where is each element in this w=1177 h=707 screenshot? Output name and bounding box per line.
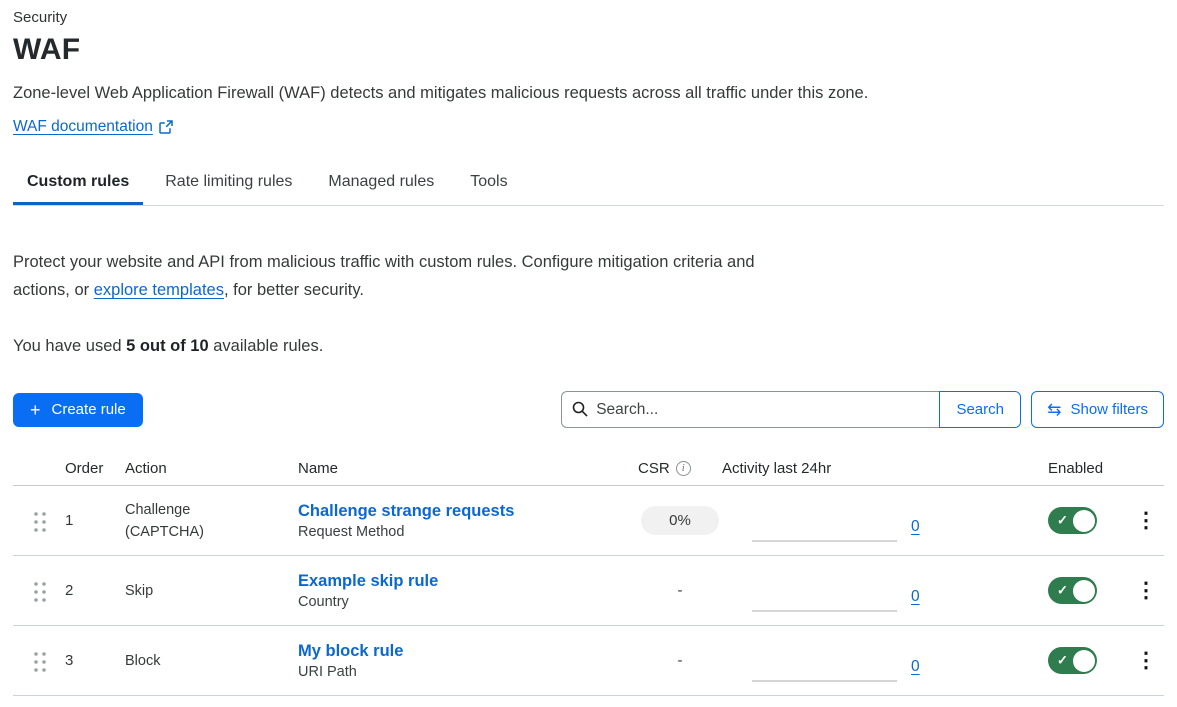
- rule-field: URI Path: [298, 664, 638, 680]
- custom-rules-intro: Protect your website and API from malici…: [13, 248, 758, 304]
- rules-toolbar: + Create rule Search ⇆ Show filters: [13, 391, 1164, 428]
- waf-tabbar: Custom rules Rate limiting rules Managed…: [13, 163, 1164, 206]
- usage-prefix: You have used: [13, 337, 126, 355]
- col-activity: Activity last 24hr: [722, 460, 1048, 477]
- activity-count-link[interactable]: 0: [911, 658, 920, 676]
- col-name: Name: [298, 460, 638, 477]
- handle-cell: [13, 649, 65, 672]
- search-input[interactable]: [561, 391, 939, 428]
- handle-cell: [13, 579, 65, 602]
- enabled-toggle[interactable]: ✓: [1048, 647, 1097, 674]
- rule-order: 3: [65, 652, 125, 669]
- toolbar-right: Search ⇆ Show filters: [561, 391, 1164, 428]
- intro-text-after: , for better security.: [224, 281, 364, 299]
- toggle-knob: [1073, 510, 1095, 532]
- rule-name-link[interactable]: Example skip rule: [298, 572, 438, 591]
- waf-documentation-link[interactable]: WAF documentation: [13, 118, 153, 136]
- activity-sparkline: [752, 540, 897, 542]
- search-button[interactable]: Search: [939, 391, 1021, 428]
- check-icon: ✓: [1057, 652, 1068, 668]
- table-row: 3 Block My block rule URI Path - 0 ✓ ⋮: [13, 626, 1164, 696]
- swap-arrows-icon: ⇆: [1047, 401, 1061, 418]
- menu-cell: ⋮: [1128, 648, 1164, 673]
- explore-templates-link[interactable]: explore templates: [94, 281, 224, 299]
- table-row: 1 Challenge (CAPTCHA) Challenge strange …: [13, 486, 1164, 556]
- check-icon: ✓: [1057, 512, 1068, 528]
- rule-action: Block: [125, 650, 227, 672]
- rule-field: Request Method: [298, 524, 638, 540]
- table-row: 2 Skip Example skip rule Country - 0 ✓ ⋮: [13, 556, 1164, 626]
- activity-cell: 0: [722, 556, 1048, 625]
- search-group: Search: [561, 391, 1021, 428]
- kebab-menu-icon[interactable]: ⋮: [1130, 508, 1163, 533]
- create-rule-label: Create rule: [52, 401, 126, 418]
- external-link-icon: [159, 120, 173, 134]
- rule-name-link[interactable]: Challenge strange requests: [298, 502, 514, 521]
- info-icon[interactable]: i: [676, 461, 691, 476]
- tab-managed-rules[interactable]: Managed rules: [314, 163, 448, 205]
- kebab-menu-icon[interactable]: ⋮: [1130, 648, 1163, 673]
- csr-cell: -: [638, 582, 722, 599]
- enabled-toggle[interactable]: ✓: [1048, 577, 1097, 604]
- custom-rules-table: Order Action Name CSR i Activity last 24…: [13, 452, 1164, 696]
- activity-cell: 0: [722, 486, 1048, 555]
- waf-page: Security WAF Zone-level Web Application …: [0, 0, 1177, 696]
- show-filters-button[interactable]: ⇆ Show filters: [1031, 391, 1164, 428]
- activity-count-link[interactable]: 0: [911, 518, 920, 536]
- rule-order: 1: [65, 512, 125, 529]
- toggle-knob: [1073, 650, 1095, 672]
- rules-usage-line: You have used 5 out of 10 available rule…: [13, 337, 1164, 356]
- activity-cell: 0: [722, 626, 1048, 695]
- kebab-menu-icon[interactable]: ⋮: [1130, 578, 1163, 603]
- tab-custom-rules[interactable]: Custom rules: [13, 163, 143, 205]
- enabled-cell: ✓: [1048, 577, 1128, 604]
- csr-cell: 0%: [638, 506, 722, 535]
- page-title: WAF: [13, 33, 1164, 67]
- rule-name-link[interactable]: My block rule: [298, 642, 403, 661]
- drag-handle-icon[interactable]: [31, 579, 46, 602]
- enabled-cell: ✓: [1048, 647, 1128, 674]
- rule-name-cell: Challenge strange requests Request Metho…: [298, 502, 638, 540]
- rule-field: Country: [298, 594, 638, 610]
- rule-action: Skip: [125, 580, 227, 602]
- doc-link-row: WAF documentation: [13, 118, 1164, 136]
- search-box: [561, 391, 939, 428]
- table-header-row: Order Action Name CSR i Activity last 24…: [13, 452, 1164, 486]
- col-action: Action: [125, 460, 298, 477]
- toggle-knob: [1073, 580, 1095, 602]
- rule-order: 2: [65, 582, 125, 599]
- csr-cell: -: [638, 652, 722, 669]
- enabled-toggle[interactable]: ✓: [1048, 507, 1097, 534]
- drag-handle-icon[interactable]: [31, 509, 46, 532]
- create-rule-button[interactable]: + Create rule: [13, 393, 143, 427]
- rule-action: Challenge (CAPTCHA): [125, 499, 227, 543]
- plus-icon: +: [30, 401, 41, 419]
- rule-name-cell: My block rule URI Path: [298, 642, 638, 680]
- breadcrumb: Security: [13, 0, 1164, 26]
- tab-rate-limiting-rules[interactable]: Rate limiting rules: [151, 163, 306, 205]
- activity-count-link[interactable]: 0: [911, 588, 920, 606]
- search-icon: [572, 401, 588, 417]
- check-icon: ✓: [1057, 582, 1068, 598]
- activity-sparkline: [752, 680, 897, 682]
- csr-dash: -: [678, 652, 683, 669]
- usage-suffix: available rules.: [209, 337, 324, 355]
- col-csr: CSR i: [638, 460, 722, 477]
- csr-header-label: CSR: [638, 460, 670, 477]
- enabled-cell: ✓: [1048, 507, 1128, 534]
- tab-tools[interactable]: Tools: [456, 163, 521, 205]
- csr-badge: 0%: [641, 506, 719, 535]
- page-description: Zone-level Web Application Firewall (WAF…: [13, 84, 1164, 103]
- drag-handle-icon[interactable]: [31, 649, 46, 672]
- csr-dash: -: [678, 582, 683, 599]
- usage-count: 5 out of 10: [126, 337, 209, 355]
- activity-sparkline: [752, 610, 897, 612]
- col-enabled: Enabled: [1048, 460, 1128, 477]
- menu-cell: ⋮: [1128, 578, 1164, 603]
- menu-cell: ⋮: [1128, 508, 1164, 533]
- col-order: Order: [65, 460, 125, 477]
- show-filters-label: Show filters: [1070, 401, 1148, 418]
- handle-cell: [13, 509, 65, 532]
- rule-name-cell: Example skip rule Country: [298, 572, 638, 610]
